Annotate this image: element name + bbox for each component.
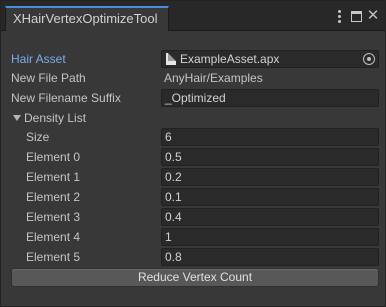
density-element-row: Element 1 0.2 [1,167,385,187]
hair-asset-value: ExampleAsset.apx [180,52,280,66]
density-list-size-row: Size 6 [1,127,385,147]
new-file-path-label: New File Path [11,71,86,85]
element-input[interactable]: 1 [161,228,379,246]
reduce-vertex-count-button[interactable]: Reduce Vertex Count [11,268,379,287]
new-filename-suffix-input[interactable]: _Optimized [161,89,379,107]
editor-window: XHairVertexOptimizeTool ✕ Hair Asset Exa… [0,0,386,307]
object-picker-icon[interactable] [363,53,375,65]
element-input[interactable]: 0.1 [161,188,379,206]
density-element-row: Element 3 0.4 [1,207,385,227]
density-element-row: Element 0 0.5 [1,147,385,167]
element-label: Element 0 [26,150,81,164]
file-icon [166,53,176,65]
density-element-row: Element 4 1 [1,227,385,247]
size-input[interactable]: 6 [161,128,379,146]
new-file-path-row: New File Path AnyHair/Examples [1,68,385,88]
element-input[interactable]: 0.8 [161,248,379,266]
element-input[interactable]: 0.4 [161,208,379,226]
hair-asset-label: Hair Asset [11,52,66,66]
hair-asset-object-field[interactable]: ExampleAsset.apx [161,50,379,68]
size-label: Size [26,130,50,144]
density-element-row: Element 2 0.1 [1,187,385,207]
element-label: Element 3 [26,210,81,224]
new-filename-suffix-row: New Filename Suffix _Optimized [1,88,385,108]
element-label: Element 4 [26,230,81,244]
more-options-icon[interactable] [334,8,344,24]
density-element-row: Element 5 0.8 [1,247,385,267]
maximize-icon[interactable] [350,8,362,24]
density-list-foldout[interactable]: Density List [1,108,385,128]
close-icon[interactable]: ✕ [367,8,380,24]
new-file-path-value: AnyHair/Examples [164,71,263,85]
hair-asset-row: Hair Asset ExampleAsset.apx [1,49,385,69]
element-input[interactable]: 0.5 [161,148,379,166]
element-label: Element 5 [26,250,81,264]
density-list-label: Density List [24,111,87,125]
element-input[interactable]: 0.2 [161,168,379,186]
tab-bar: XHairVertexOptimizeTool ✕ [1,1,385,31]
element-label: Element 2 [26,190,81,204]
foldout-arrow-down-icon[interactable] [13,115,21,121]
element-label: Element 1 [26,170,81,184]
new-filename-suffix-label: New Filename Suffix [11,91,121,105]
tab-xhair-vertex-optimize-tool[interactable]: XHairVertexOptimizeTool [5,6,169,31]
